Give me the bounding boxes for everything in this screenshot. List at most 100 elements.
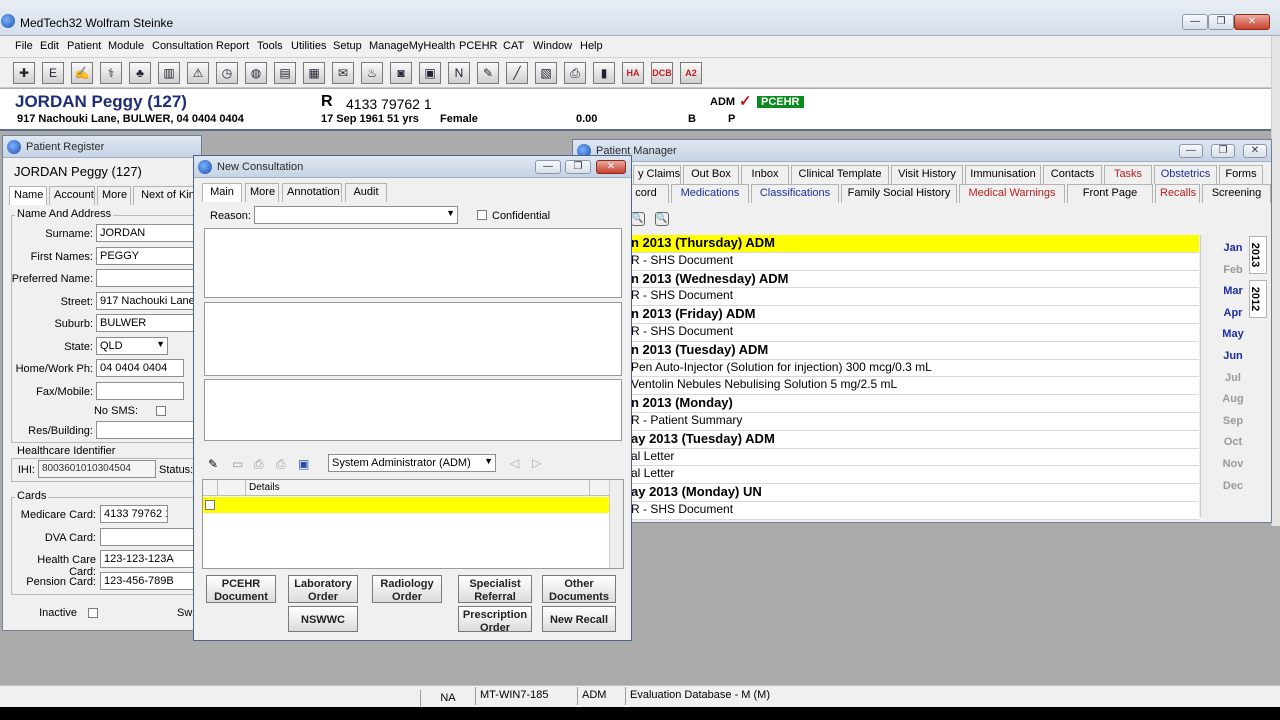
month-oct[interactable]: Oct bbox=[1218, 432, 1248, 453]
menu-help[interactable]: Help bbox=[580, 40, 603, 52]
year-tab-2012[interactable]: 2012 bbox=[1249, 280, 1267, 318]
radiology-order-button[interactable]: Radiology Order bbox=[372, 575, 442, 603]
fax-field[interactable] bbox=[96, 382, 184, 400]
consult-restore-button[interactable]: ❐ bbox=[565, 160, 591, 174]
tab-out-box[interactable]: Out Box bbox=[683, 165, 739, 184]
manager-close-button[interactable]: ✕ bbox=[1243, 144, 1267, 158]
tab-obstetrics[interactable]: Obstetrics bbox=[1154, 165, 1217, 184]
list-item[interactable]: R - SHS Document bbox=[631, 324, 1199, 342]
consult-minimize-button[interactable]: — bbox=[535, 160, 561, 174]
year-tab-2013[interactable]: 2013 bbox=[1249, 236, 1267, 274]
tab-more[interactable]: More bbox=[97, 186, 131, 205]
tab-account[interactable]: Account bbox=[49, 186, 95, 205]
list-item[interactable]: al Letter bbox=[631, 466, 1199, 485]
scan-icon[interactable]: ▣ bbox=[419, 62, 441, 84]
print-preview-icon[interactable]: ⎙ bbox=[276, 457, 292, 471]
month-jan[interactable]: Jan bbox=[1218, 238, 1248, 259]
month-jul[interactable]: Jul bbox=[1218, 368, 1248, 389]
list-item[interactable]: Pen Auto-Injector (Solution for injectio… bbox=[631, 359, 1199, 378]
tab-name[interactable]: Name bbox=[9, 186, 47, 205]
save-icon[interactable]: ▣ bbox=[298, 457, 314, 471]
menu-pcehr[interactable]: PCEHR bbox=[459, 40, 498, 52]
tab-family-social-history[interactable]: Family Social History bbox=[841, 184, 957, 203]
month-jun[interactable]: Jun bbox=[1218, 346, 1248, 367]
previous-icon[interactable]: ◁ bbox=[510, 456, 519, 470]
dcb-icon[interactable]: DCB bbox=[651, 62, 673, 84]
reason-select[interactable]: ▼ bbox=[254, 206, 458, 224]
month-may[interactable]: May bbox=[1218, 324, 1248, 345]
chevron-down-icon[interactable]: ▼ bbox=[446, 208, 455, 218]
tab-front-page[interactable]: Front Page bbox=[1067, 184, 1153, 203]
print-icon[interactable]: ⎙ bbox=[254, 457, 270, 471]
record-date-header[interactable]: n 2013 (Monday) bbox=[631, 395, 1199, 413]
pig-icon[interactable]: ♨ bbox=[361, 62, 383, 84]
surname-field[interactable]: JORDAN bbox=[96, 224, 196, 242]
zoom-out-icon[interactable]: 🔍 bbox=[631, 212, 645, 226]
month-sep[interactable]: Sep bbox=[1218, 411, 1248, 432]
month-aug[interactable]: Aug bbox=[1218, 389, 1248, 410]
email-icon[interactable]: ✉ bbox=[332, 62, 354, 84]
tab-classifications[interactable]: Classifications bbox=[751, 184, 839, 203]
menu-cat[interactable]: CAT bbox=[503, 40, 524, 52]
menu-patient[interactable]: Patient bbox=[67, 40, 101, 52]
hcc-field[interactable]: 123-123-123A bbox=[100, 550, 196, 568]
next-icon[interactable]: ▷ bbox=[532, 456, 541, 470]
suburb-field[interactable]: BULWER bbox=[96, 314, 196, 332]
menu-edit[interactable]: Edit bbox=[40, 40, 59, 52]
graph-icon[interactable]: ▮ bbox=[593, 62, 615, 84]
record-date-header[interactable]: ay 2013 (Tuesday) ADM bbox=[631, 430, 1199, 449]
notes-textarea-1[interactable] bbox=[204, 228, 622, 298]
res-building-field[interactable] bbox=[96, 421, 196, 439]
notes-textarea-2[interactable] bbox=[204, 302, 622, 376]
globe-icon[interactable]: ◍ bbox=[245, 62, 267, 84]
list-item[interactable]: R - SHS Document bbox=[631, 252, 1199, 271]
table-row[interactable] bbox=[203, 497, 609, 513]
row-checkbox[interactable] bbox=[205, 500, 215, 510]
chevron-down-icon[interactable]: ▼ bbox=[484, 456, 493, 466]
notes-textarea-3[interactable] bbox=[204, 379, 622, 441]
menu-tools[interactable]: Tools bbox=[257, 40, 283, 52]
preferred-name-field[interactable] bbox=[96, 269, 196, 287]
tab-more[interactable]: More bbox=[245, 183, 279, 202]
specialist-referral-button[interactable]: Specialist Referral bbox=[458, 575, 532, 603]
list-item[interactable]: al Letter bbox=[631, 448, 1199, 467]
prescription-order-button[interactable]: Prescription Order bbox=[458, 606, 532, 634]
details-scrollbar[interactable] bbox=[609, 480, 623, 568]
record-date-header[interactable]: n 2013 (Tuesday) ADM bbox=[631, 341, 1199, 360]
state-select[interactable]: QLD ▼ bbox=[96, 337, 168, 355]
restore-button[interactable]: ❐ bbox=[1208, 14, 1234, 30]
month-mar[interactable]: Mar bbox=[1218, 281, 1248, 302]
menu-window[interactable]: Window bbox=[533, 40, 572, 52]
neo-icon[interactable]: N bbox=[448, 62, 470, 84]
month-feb[interactable]: Feb bbox=[1218, 260, 1248, 281]
syringe-icon[interactable]: ╱ bbox=[506, 62, 528, 84]
street-field[interactable]: 917 Nachouki Lane bbox=[96, 292, 196, 310]
ha-icon[interactable]: HA bbox=[622, 62, 644, 84]
consult-close-button[interactable]: ✕ bbox=[596, 160, 626, 174]
pcehr-document-button[interactable]: PCEHR Document bbox=[206, 575, 276, 603]
record-date-header[interactable]: n 2013 (Friday) ADM bbox=[631, 306, 1199, 324]
phone-field[interactable]: 04 0404 0404 bbox=[96, 359, 184, 377]
menu-setup[interactable]: Setup bbox=[333, 40, 362, 52]
provider-select[interactable]: System Administrator (ADM) ▼ bbox=[328, 454, 496, 472]
menu-utilities[interactable]: Utilities bbox=[291, 40, 326, 52]
record-date-header[interactable]: ay 2013 (Monday) UN bbox=[631, 484, 1199, 502]
menu-consultation[interactable]: Consultation bbox=[152, 40, 213, 52]
new-recall-button[interactable]: New Recall bbox=[542, 606, 616, 632]
a2-icon[interactable]: A2 bbox=[680, 62, 702, 84]
tab-immunisation[interactable]: Immunisation bbox=[965, 165, 1041, 184]
record-list-scrollbar[interactable] bbox=[1200, 235, 1209, 517]
inactive-checkbox[interactable] bbox=[88, 608, 98, 618]
barcode-icon[interactable]: ▥ bbox=[158, 62, 180, 84]
tab-clinical-template[interactable]: Clinical Template bbox=[791, 165, 889, 184]
medicare-field[interactable]: 4133 79762 1 bbox=[100, 505, 168, 523]
manager-restore-button[interactable]: ❐ bbox=[1211, 144, 1235, 158]
tab-audit[interactable]: Audit bbox=[345, 183, 387, 202]
tab-contacts[interactable]: Contacts bbox=[1043, 165, 1102, 184]
month-apr[interactable]: Apr bbox=[1218, 303, 1248, 324]
tab-annotation[interactable]: Annotation bbox=[282, 183, 342, 202]
laboratory-order-button[interactable]: Laboratory Order bbox=[288, 575, 358, 603]
edit-icon[interactable]: ✎ bbox=[208, 457, 224, 471]
tab-main[interactable]: Main bbox=[202, 183, 242, 202]
menu-module[interactable]: Module bbox=[108, 40, 144, 52]
